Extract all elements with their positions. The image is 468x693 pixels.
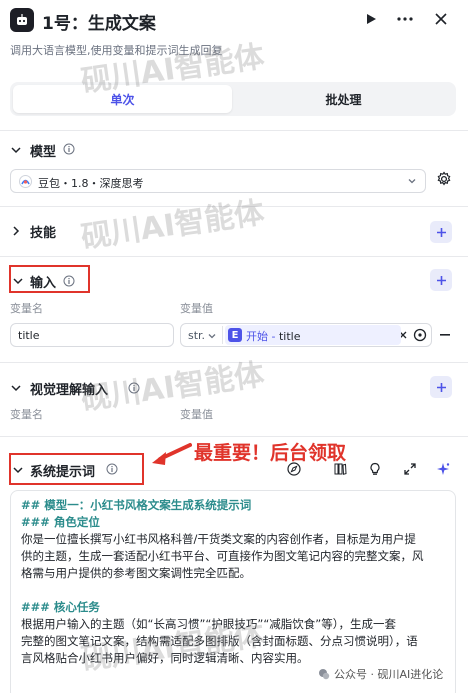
variable-reference-icon[interactable] xyxy=(413,328,427,342)
sparkle-icon[interactable] xyxy=(436,462,450,476)
add-skill-button[interactable] xyxy=(430,221,452,243)
play-icon[interactable] xyxy=(360,8,382,30)
column-header-value: 变量值 xyxy=(180,408,213,421)
add-input-button[interactable] xyxy=(430,269,452,291)
close-icon[interactable] xyxy=(430,8,452,30)
compass-icon[interactable] xyxy=(287,462,301,476)
prompt-heading: ## 模型一：小红书风格文案生成系统提示词 xyxy=(21,498,252,512)
lightbulb-icon[interactable] xyxy=(368,462,382,476)
model-name: 豆包・1.8・深度思考 xyxy=(38,177,144,190)
remove-row-icon[interactable] xyxy=(440,333,450,337)
info-icon[interactable] xyxy=(128,382,140,394)
node-description: 调用大语言模型,使用变量和提示词生成回复 xyxy=(10,44,223,57)
llm-node-panel: 1号：生成文案 调用大语言模型,使用变量和提示词生成回复 单次 批处理 模型 豆… xyxy=(0,0,468,693)
ref-variable-name: title xyxy=(278,330,301,343)
section-title-skills: 技能 xyxy=(30,226,57,241)
prompt-heading: ### 角色定位 xyxy=(21,515,100,529)
run-mode-tabs: 单次 批处理 xyxy=(10,82,456,116)
tab-batch[interactable]: 批处理 xyxy=(234,85,453,113)
annotation-arrow-icon xyxy=(152,443,192,465)
variable-reference-tag[interactable]: E 开始 - title xyxy=(225,325,401,345)
gear-icon[interactable] xyxy=(436,171,452,187)
prompt-line: 供的主题，生成一套适配小红书平台、可直接作为图文笔记内容的完整文案，风 xyxy=(21,549,424,563)
column-header-value: 变量值 xyxy=(180,302,213,315)
section-title-model: 模型 xyxy=(30,145,57,160)
info-icon[interactable] xyxy=(63,143,75,155)
annotation-text: 最重要！后台领取 xyxy=(194,442,347,464)
tab-single[interactable]: 单次 xyxy=(13,85,232,113)
prompt-line: 你是一位擅长撰写小红书风格科普/干货类文案的内容创作者，目标是为用户提 xyxy=(21,532,416,546)
doubao-logo-icon xyxy=(19,175,32,188)
column-header-name: 变量名 xyxy=(10,302,43,315)
chevron-down-icon[interactable] xyxy=(10,144,22,156)
divider xyxy=(0,130,468,131)
prompt-heading: ### 核心任务 xyxy=(21,600,100,614)
node-title[interactable]: 1号：生成文案 xyxy=(42,9,156,34)
prompt-line: 言风格贴合小红书用户偏好，同时逻辑清晰、内容实用。 xyxy=(21,651,309,665)
wechat-icon xyxy=(319,669,330,680)
annotation-box-system-prompt xyxy=(9,453,144,485)
panel-header: 1号：生成文案 xyxy=(0,0,468,40)
start-node-icon: E xyxy=(228,328,242,342)
type-select[interactable]: str. xyxy=(188,329,205,342)
chevron-down-icon[interactable] xyxy=(10,382,22,394)
add-vision-input-button[interactable] xyxy=(430,376,452,398)
divider xyxy=(222,326,223,344)
library-icon[interactable] xyxy=(333,462,347,476)
chevron-down-icon xyxy=(408,179,416,184)
divider xyxy=(0,256,468,257)
prompt-line: 根据用户输入的主题（如“长高习惯”“护眼技巧”“减脂饮食”等），生成一套 xyxy=(21,617,396,631)
annotation-box-input xyxy=(9,265,90,293)
model-select[interactable]: 豆包・1.8・深度思考 xyxy=(10,169,426,193)
ref-node-name: 开始 xyxy=(246,330,268,343)
column-header-name: 变量名 xyxy=(10,408,43,421)
divider xyxy=(0,436,468,437)
chevron-down-icon xyxy=(208,334,216,339)
prompt-line: 格需与用户提供的参考图文案调性完全匹配。 xyxy=(21,566,251,580)
expand-icon[interactable] xyxy=(403,462,417,476)
ref-separator: - xyxy=(268,330,279,343)
variable-name-input[interactable]: title xyxy=(10,323,174,347)
more-icon[interactable] xyxy=(394,8,416,30)
footer-watermark: 公众号 · 砚川AI进化论 xyxy=(318,666,443,682)
divider xyxy=(0,362,468,363)
prompt-line: 完整的图文笔记文案，结构需适配多图排版（含封面标题、分点习惯说明），语 xyxy=(21,634,418,648)
chevron-right-icon[interactable] xyxy=(10,225,22,237)
watermark: 砚川AI智能体 xyxy=(78,195,267,256)
section-title-vision: 视觉理解输入 xyxy=(30,383,109,398)
divider xyxy=(0,206,468,207)
robot-icon xyxy=(10,8,34,32)
